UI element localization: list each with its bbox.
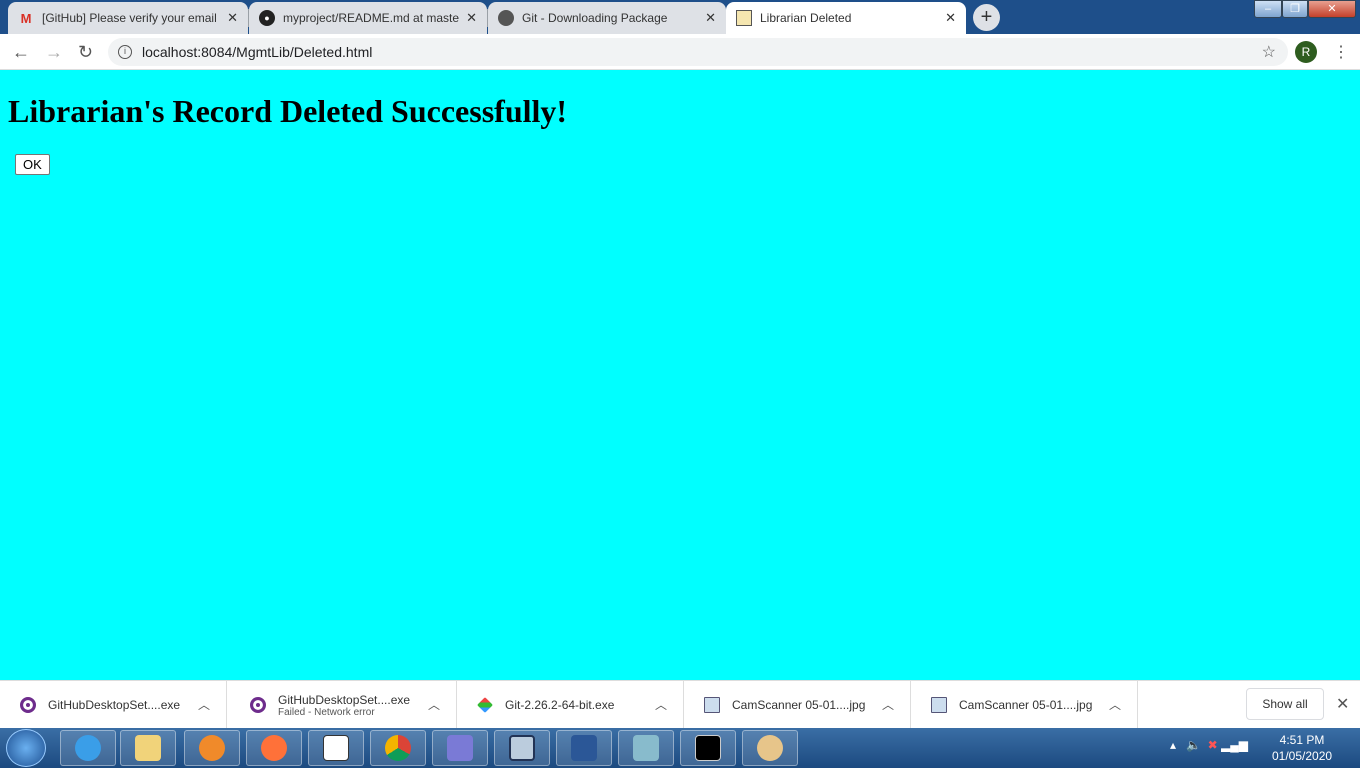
paint-icon[interactable]	[742, 730, 798, 766]
signal-icon[interactable]: ▂▄▆	[1221, 738, 1248, 752]
volume-icon[interactable]: 🔈	[1186, 738, 1201, 752]
firefox-icon[interactable]	[246, 730, 302, 766]
reload-icon[interactable]: ↻	[78, 42, 93, 63]
ok-button[interactable]: OK	[15, 154, 50, 175]
download-item[interactable]: CamScanner 05-01....jpg ︿	[684, 681, 911, 729]
image-file-icon	[704, 697, 720, 713]
ie-icon[interactable]	[60, 730, 116, 766]
clock[interactable]: 4:51 PM 01/05/2020	[1272, 732, 1332, 764]
tab-librarian-deleted[interactable]: Librarian Deleted ✕	[726, 2, 966, 34]
github-desktop-icon	[20, 697, 36, 713]
new-tab-button[interactable]: +	[973, 4, 1000, 31]
close-tab-icon[interactable]: ✕	[705, 10, 716, 26]
page-heading: Librarian's Record Deleted Successfully!	[8, 93, 568, 129]
tab-title: Librarian Deleted	[760, 11, 852, 25]
download-status: Failed - Network error	[278, 706, 375, 718]
tab-strip: M [GitHub] Please verify your email ✕ ● …	[0, 0, 1360, 34]
tab-title: [GitHub] Please verify your email	[42, 11, 217, 25]
bookmark-star-icon[interactable]: ☆	[1262, 42, 1276, 62]
download-item[interactable]: GitHubDesktopSet....exe Failed - Network …	[230, 681, 457, 729]
photo-viewer-icon[interactable]	[618, 730, 674, 766]
forward-icon[interactable]: →	[45, 42, 63, 63]
file-explorer-icon[interactable]	[120, 730, 176, 766]
close-tab-icon[interactable]: ✕	[227, 10, 238, 26]
close-tab-icon[interactable]: ✕	[945, 10, 956, 26]
close-window-button[interactable]: ✕	[1308, 0, 1356, 18]
tab-title: Git - Downloading Package	[522, 11, 668, 25]
github-desktop-icon	[250, 697, 266, 713]
profile-avatar[interactable]: R	[1295, 41, 1317, 63]
virtualbox-icon[interactable]	[494, 730, 550, 766]
back-icon[interactable]: ←	[12, 42, 30, 63]
git-icon	[477, 697, 493, 713]
download-filename: CamScanner 05-01....jpg	[959, 698, 1093, 712]
word-icon[interactable]	[556, 730, 612, 766]
tab-gmail[interactable]: M [GitHub] Please verify your email ✕	[8, 2, 248, 34]
chrome-icon[interactable]	[370, 730, 426, 766]
dolphin-app-icon[interactable]	[432, 730, 488, 766]
system-tray[interactable]: ▴ 🔈 ✖ ▂▄▆	[1170, 738, 1248, 752]
github-icon: ●	[259, 10, 275, 26]
minimize-button[interactable]: –	[1254, 0, 1282, 18]
gmail-icon: M	[20, 10, 32, 26]
address-bar[interactable]: i localhost:8084/MgmtLib/Deleted.html ☆	[108, 38, 1288, 66]
url-text[interactable]: localhost:8084/MgmtLib/Deleted.html	[142, 44, 372, 60]
download-filename: CamScanner 05-01....jpg	[732, 698, 866, 712]
chevron-up-icon[interactable]: ︿	[198, 696, 210, 713]
download-item[interactable]: Git-2.26.2-64-bit.exe ︿	[457, 681, 684, 729]
download-filename: GitHubDesktopSet....exe	[278, 692, 411, 707]
notepad-icon[interactable]	[308, 730, 364, 766]
windows-taskbar: ▴ 🔈 ✖ ▂▄▆ 4:51 PM 01/05/2020	[0, 728, 1360, 768]
browser-toolbar: ← → ↻ i localhost:8084/MgmtLib/Deleted.h…	[0, 34, 1360, 70]
download-item[interactable]: GitHubDesktopSet....exe ︿	[0, 681, 227, 729]
download-filename: Git-2.26.2-64-bit.exe	[505, 698, 615, 712]
chevron-up-icon[interactable]: ︿	[1109, 696, 1121, 713]
tab-github[interactable]: ● myproject/README.md at maste ✕	[249, 2, 487, 34]
image-file-icon	[931, 697, 947, 713]
menu-kebab-icon[interactable]: ⋮	[1333, 42, 1349, 62]
download-item[interactable]: CamScanner 05-01....jpg ︿	[911, 681, 1138, 729]
info-icon[interactable]: i	[118, 45, 132, 59]
globe-icon	[498, 10, 514, 26]
chevron-up-icon[interactable]: ︿	[655, 696, 667, 713]
tab-git-download[interactable]: Git - Downloading Package ✕	[488, 2, 726, 34]
clock-time: 4:51 PM	[1279, 733, 1325, 747]
media-player-icon[interactable]	[184, 730, 240, 766]
show-all-button[interactable]: Show all	[1246, 688, 1324, 720]
clock-date: 01/05/2020	[1272, 749, 1333, 763]
close-tab-icon[interactable]: ✕	[466, 10, 477, 26]
page-favicon-icon	[736, 10, 752, 26]
chevron-up-icon[interactable]: ︿	[428, 696, 440, 713]
start-button[interactable]	[6, 729, 46, 767]
restore-button[interactable]: ❐	[1282, 0, 1308, 18]
tab-title: myproject/README.md at maste	[283, 11, 460, 25]
page-content: Librarian's Record Deleted Successfully!…	[0, 71, 1360, 680]
download-filename: GitHubDesktopSet....exe	[48, 698, 181, 712]
download-shelf: GitHubDesktopSet....exe ︿ GitHubDesktopS…	[0, 680, 1360, 729]
chevron-up-icon[interactable]: ︿	[882, 696, 894, 713]
network-error-icon[interactable]: ✖	[1208, 738, 1218, 752]
command-prompt-icon[interactable]	[680, 730, 736, 766]
close-shelf-icon[interactable]: ✕	[1336, 694, 1349, 714]
